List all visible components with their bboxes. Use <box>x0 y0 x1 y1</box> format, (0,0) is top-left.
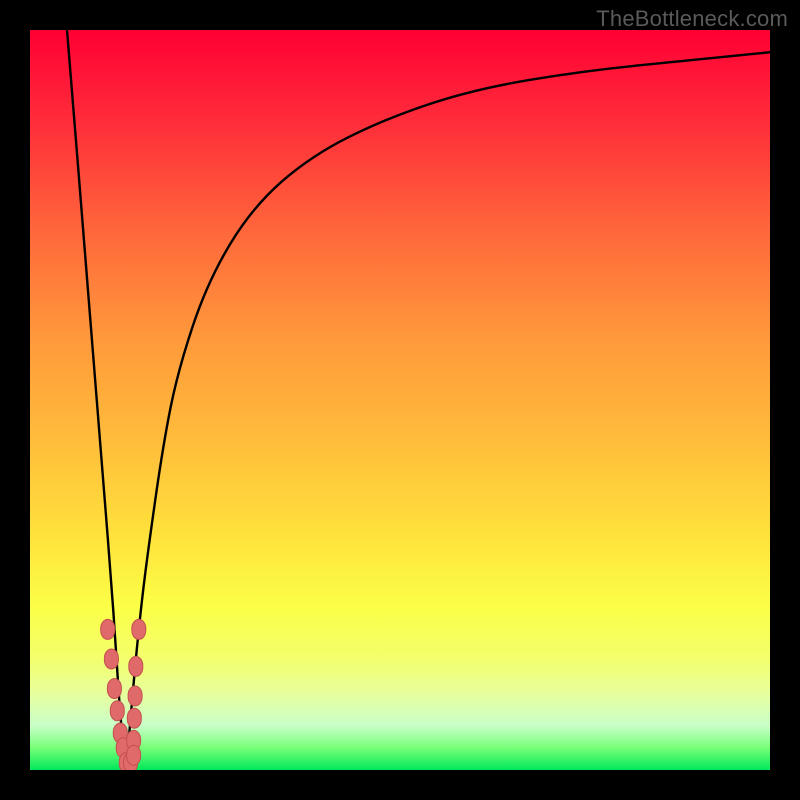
data-marker <box>110 701 124 721</box>
data-marker <box>127 745 141 765</box>
data-marker <box>101 619 115 639</box>
data-marker <box>128 686 142 706</box>
data-marker <box>104 649 118 669</box>
chart-frame: TheBottleneck.com <box>0 0 800 800</box>
data-marker <box>132 619 146 639</box>
right-branch-curve <box>126 52 770 770</box>
data-marker <box>107 679 121 699</box>
data-marker <box>127 708 141 728</box>
plot-area <box>30 30 770 770</box>
marker-group <box>101 619 146 770</box>
data-marker <box>129 656 143 676</box>
watermark-text: TheBottleneck.com <box>596 6 788 32</box>
curve-layer <box>30 30 770 770</box>
